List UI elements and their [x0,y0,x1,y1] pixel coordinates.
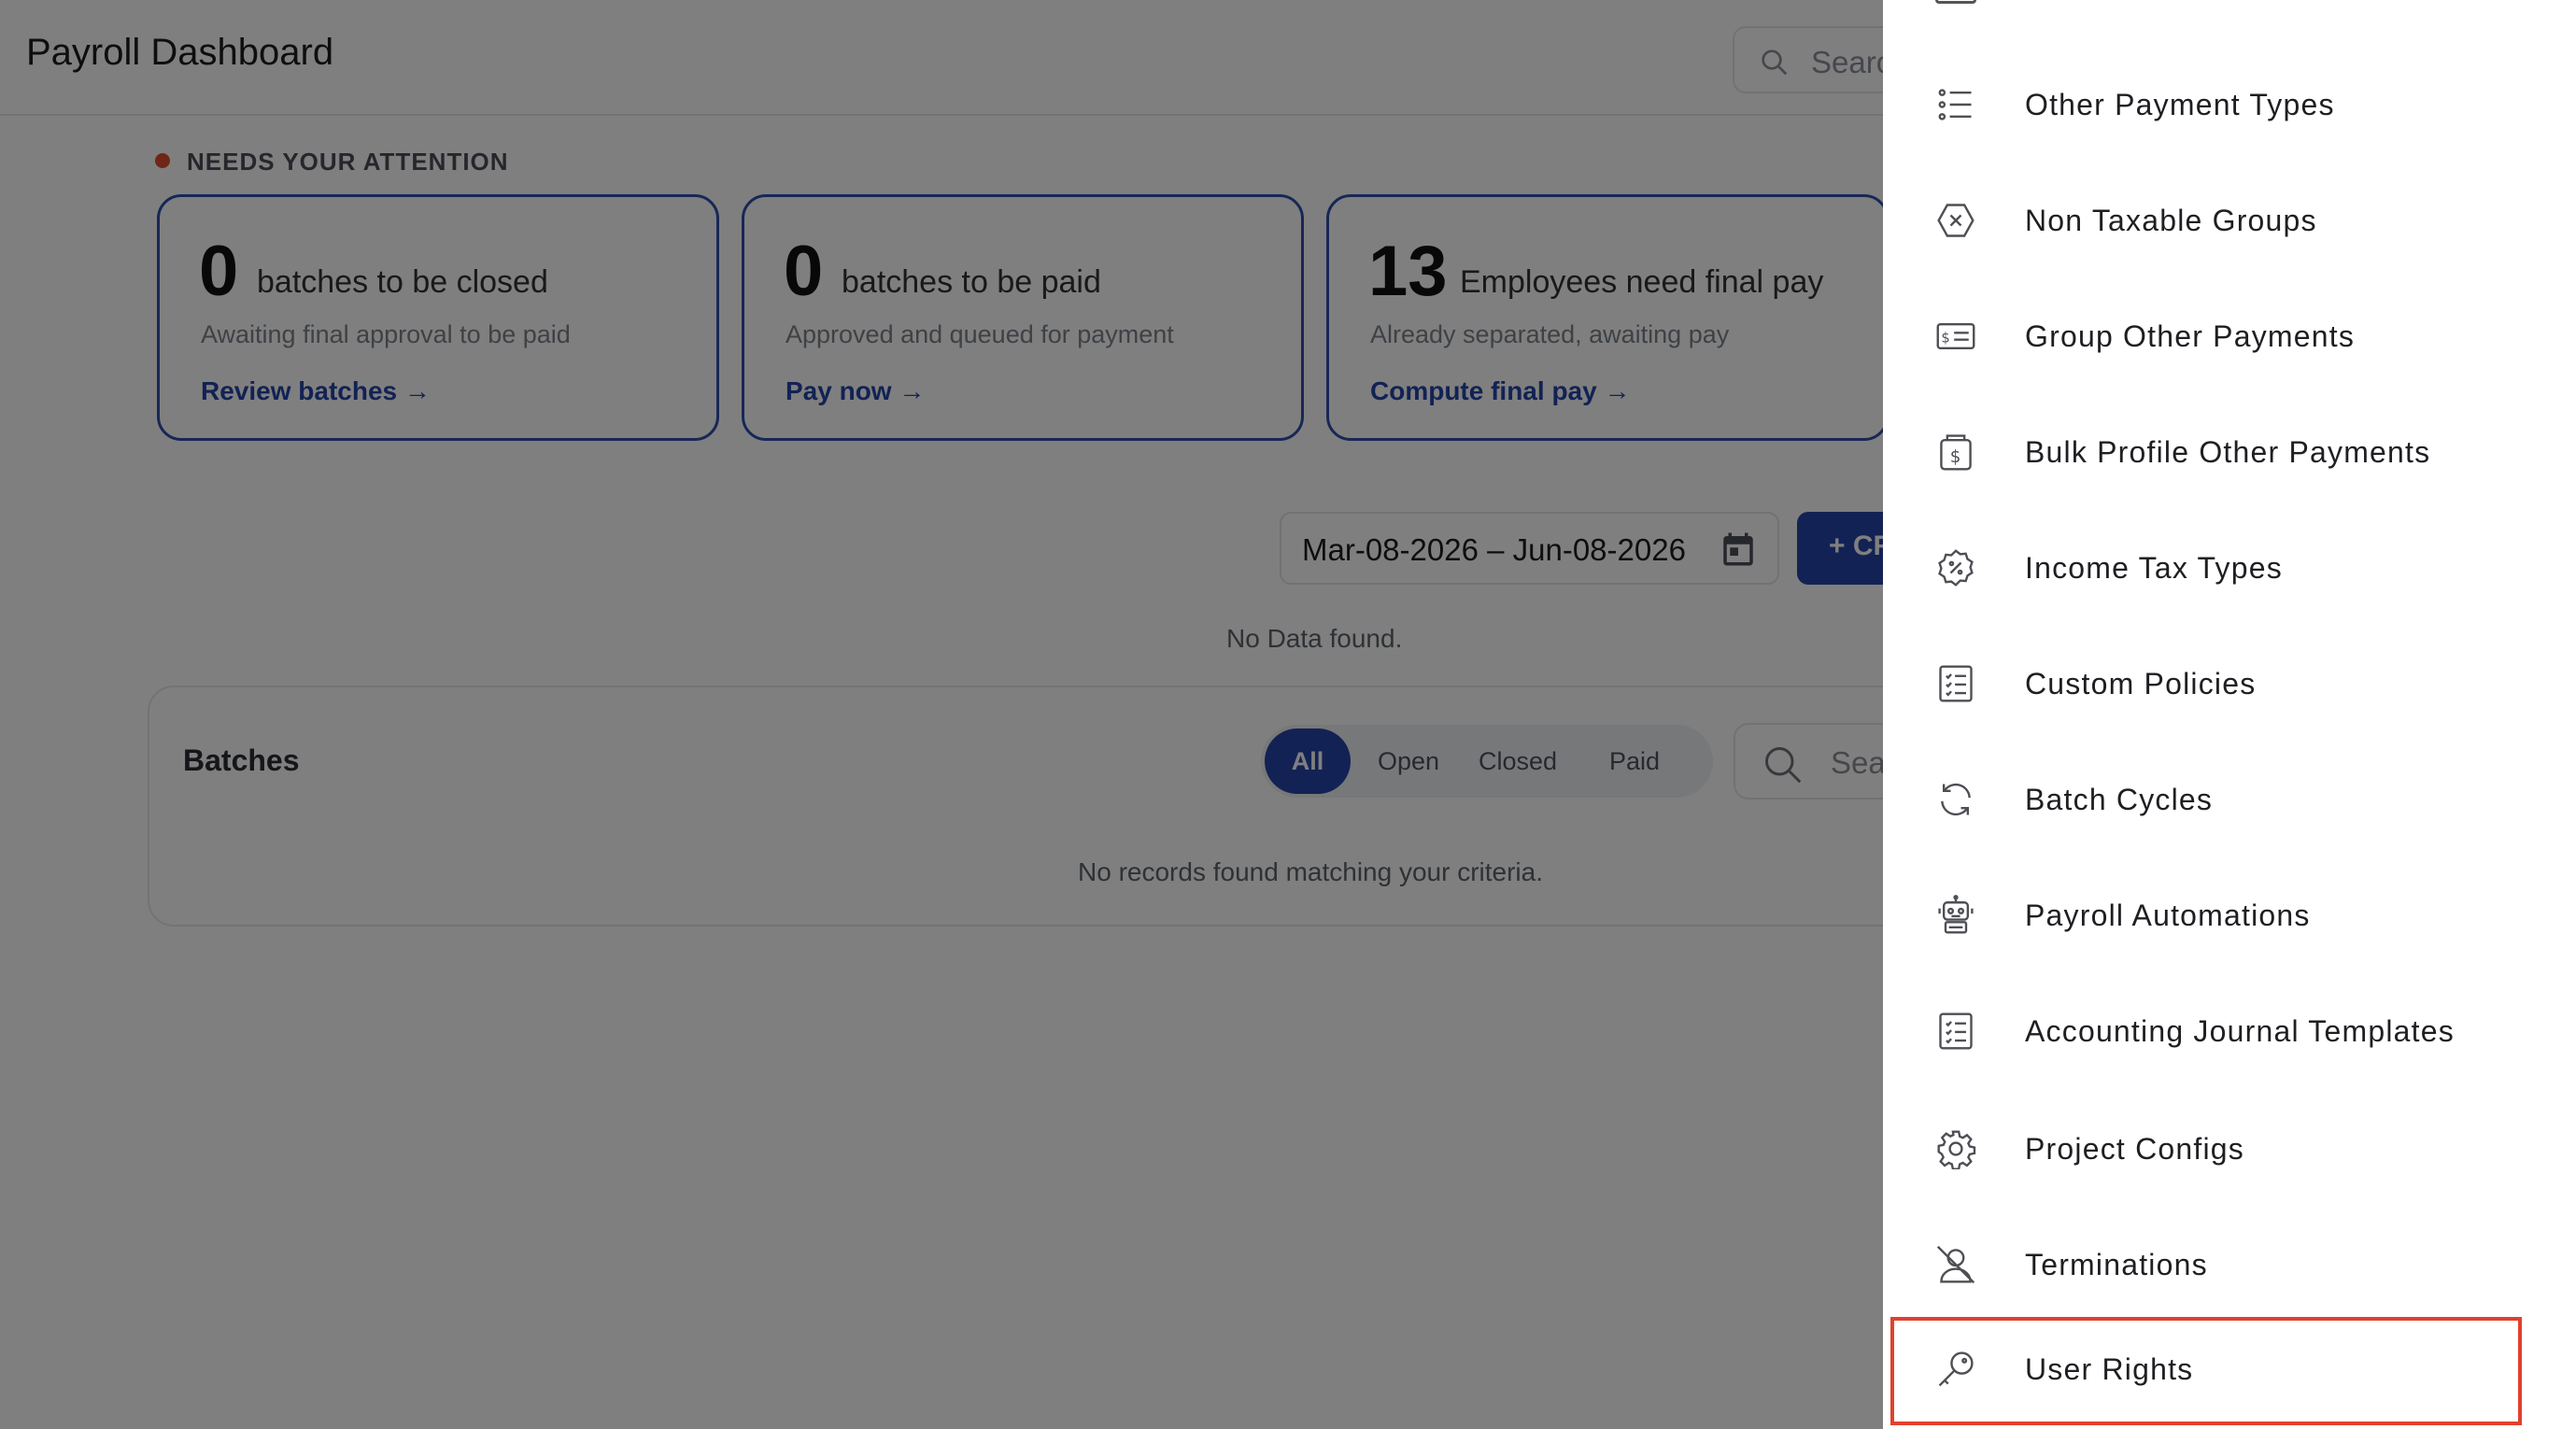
gear-icon [1935,1128,1976,1170]
svg-text:$: $ [1950,447,1961,467]
list-icon [1935,84,1976,125]
user-off-icon [1935,1244,1976,1285]
menu-item-label: Bulk Profile Other Payments [2025,435,2431,469]
menu-item-group-other-payments[interactable]: $ Group Other Payments [1890,284,2522,387]
menu-item-user-rights[interactable]: User Rights [1890,1317,2522,1425]
menu-item-label: Accounting Journal Templates [2025,1014,2455,1048]
key-icon [1935,1349,1976,1390]
settings-drawer: Other Payment Types Non Taxable Groups $… [1883,0,2576,1429]
menu-item-label: Non Taxable Groups [2025,204,2317,237]
menu-item-income-tax-types[interactable]: Income Tax Types [1890,516,2522,618]
menu-item-batch-cycles[interactable]: Batch Cycles [1890,747,2522,850]
menu-item-label: User Rights [2025,1352,2194,1386]
robot-icon [1935,895,1976,936]
clipped-menu-icon [1935,0,1976,4]
menu-item-label: Custom Policies [2025,667,2257,700]
menu-item-custom-policies[interactable]: Custom Policies [1890,631,2522,734]
menu-item-label: Terminations [2025,1248,2208,1281]
refresh-icon [1935,779,1976,820]
menu-item-label: Batch Cycles [2025,783,2214,816]
menu-item-accounting-journal-templates[interactable]: Accounting Journal Templates [1890,979,2522,1082]
svg-text:$: $ [1941,330,1949,346]
checklist-icon [1935,1011,1976,1052]
dollar-box-icon: $ [1935,432,1976,473]
menu-item-non-taxable-groups[interactable]: Non Taxable Groups [1890,168,2522,271]
menu-item-project-configs[interactable]: Project Configs [1890,1097,2522,1199]
menu-item-payroll-automations[interactable]: Payroll Automations [1890,863,2522,966]
menu-item-label: Income Tax Types [2025,551,2283,585]
menu-item-bulk-profile-other-payments[interactable]: $ Bulk Profile Other Payments [1890,400,2522,502]
menu-item-label: Payroll Automations [2025,898,2311,932]
menu-item-other-payment-types[interactable]: Other Payment Types [1890,52,2522,155]
money-card-icon: $ [1935,316,1976,357]
hexagon-x-icon [1935,200,1976,241]
checklist-icon [1935,663,1976,704]
menu-item-terminations[interactable]: Terminations [1890,1212,2522,1315]
menu-item-label: Group Other Payments [2025,319,2356,353]
menu-item-label: Project Configs [2025,1132,2244,1166]
percent-badge-icon [1935,547,1976,588]
menu-item-label: Other Payment Types [2025,88,2335,121]
